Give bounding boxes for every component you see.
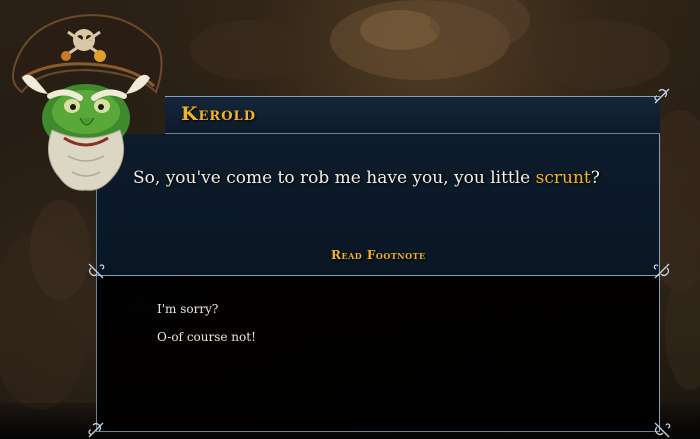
dialog-box: So, you've come to rob me have you, you …	[96, 134, 660, 276]
ornate-corner-icon	[654, 422, 671, 438]
dialog-text-after: ?	[590, 168, 600, 188]
ornate-corner-icon	[88, 422, 104, 438]
ornate-corner-icon	[88, 263, 105, 279]
read-footnote-link[interactable]: Read Footnote	[331, 248, 426, 262]
speaker-name-bar: Kerold	[165, 96, 660, 134]
response-option-2[interactable]: O-of course not!	[157, 330, 256, 344]
ornate-corner-icon	[654, 88, 670, 104]
ornate-corner-icon	[653, 263, 670, 279]
dialog-keyword[interactable]: scrunt	[536, 168, 591, 188]
response-options-panel: I'm sorry? O-of course not!	[96, 276, 660, 432]
dialog-text: So, you've come to rob me have you, you …	[133, 168, 600, 188]
speaker-name: Kerold	[181, 103, 256, 125]
response-option-1[interactable]: I'm sorry?	[157, 302, 218, 316]
dialog-text-before: So, you've come to rob me have you, you …	[133, 168, 536, 188]
pirate-character-portrait-icon	[12, 14, 163, 191]
